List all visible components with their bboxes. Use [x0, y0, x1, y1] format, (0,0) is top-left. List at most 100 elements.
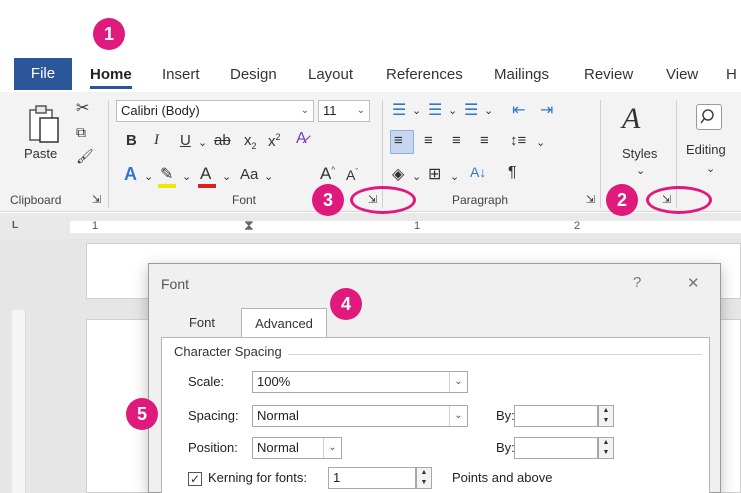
clipboard-group-label: Clipboard: [10, 193, 62, 207]
group-separator: [108, 100, 109, 208]
kerning-input[interactable]: 1: [328, 467, 416, 489]
align-center-icon[interactable]: ≡: [424, 132, 433, 149]
tab-advanced[interactable]: Advanced: [241, 308, 327, 338]
grow-font-button[interactable]: A^: [320, 164, 335, 184]
tab-design[interactable]: Design: [230, 58, 277, 92]
chevron-down-icon[interactable]: ⌄: [222, 170, 231, 183]
underline-button[interactable]: U: [180, 132, 191, 149]
numbering-icon[interactable]: ☰: [428, 100, 442, 120]
borders-icon[interactable]: ⊞: [428, 164, 441, 184]
horizontal-ruler[interactable]: L 1 ⧗ 1 2: [0, 213, 741, 239]
justify-icon[interactable]: ≡: [480, 132, 489, 149]
annotation-badge-1: 1: [93, 18, 125, 50]
decrease-indent-icon[interactable]: ⇤: [512, 100, 525, 120]
chevron-down-icon[interactable]: ⌄: [182, 170, 191, 183]
chevron-down-icon[interactable]: ⌄: [264, 170, 273, 183]
font-color-icon[interactable]: A: [200, 164, 211, 184]
position-by-spinner[interactable]: ▲ ▼: [598, 437, 614, 459]
paragraph-launcher-icon[interactable]: ⇲: [586, 193, 595, 206]
group-separator: [600, 100, 601, 208]
tab-layout[interactable]: Layout: [308, 58, 353, 92]
paste-icon[interactable]: [26, 104, 66, 144]
search-icon[interactable]: [696, 104, 722, 130]
tab-view[interactable]: View: [666, 58, 698, 92]
kerning-spinner[interactable]: ▲ ▼: [416, 467, 432, 489]
styles-icon[interactable]: A: [622, 102, 640, 136]
paste-label[interactable]: Paste: [24, 146, 57, 161]
chevron-down-icon[interactable]: ⌄: [484, 104, 493, 117]
italic-button[interactable]: I: [154, 132, 159, 149]
chevron-down-icon[interactable]: ⌄: [448, 104, 457, 117]
copy-icon[interactable]: ⧉: [76, 124, 86, 141]
spacing-value: Normal: [257, 408, 299, 423]
text-effects-icon[interactable]: A: [124, 164, 137, 185]
tab-font[interactable]: Font: [175, 308, 229, 338]
tab-file[interactable]: File: [14, 58, 72, 90]
chevron-down-icon[interactable]: ⌄: [144, 170, 153, 183]
indent-marker-icon[interactable]: ⧗: [244, 217, 254, 234]
tab-mailings[interactable]: Mailings: [494, 58, 549, 92]
chevron-down-icon: ⌄: [449, 372, 467, 392]
advanced-panel: Character Spacing Scale: 100% ⌄ Spacing:…: [161, 337, 710, 493]
editing-label[interactable]: Editing: [686, 142, 726, 157]
show-formatting-button[interactable]: ¶: [508, 164, 517, 182]
bullets-icon[interactable]: ☰: [392, 100, 406, 120]
close-button[interactable]: ✕: [687, 274, 700, 292]
position-by-input[interactable]: [514, 437, 598, 459]
shrink-font-button[interactable]: Aˇ: [346, 167, 358, 183]
font-dialog: Font ? ✕ Font Advanced Character Spacing…: [148, 263, 721, 493]
subscript-label: x: [244, 132, 252, 149]
strikethrough-button[interactable]: ab: [214, 132, 231, 149]
sort-button[interactable]: A↓: [470, 164, 486, 180]
paragraph-group-label: Paragraph: [452, 193, 509, 207]
clear-formatting-icon[interactable]: A̷: [296, 130, 307, 148]
cut-icon[interactable]: ✂: [76, 98, 89, 118]
annotation-badge-5: 5: [126, 398, 158, 430]
font-name-combo[interactable]: Calibri (Body) ⌄: [116, 100, 314, 122]
position-by-label: By:: [496, 440, 515, 455]
font-color-swatch: [198, 184, 216, 188]
clipboard-launcher-icon[interactable]: ⇲: [92, 193, 101, 206]
chevron-down-icon[interactable]: ⌄: [450, 170, 459, 183]
highlight-icon[interactable]: ✎: [160, 164, 173, 184]
tab-review[interactable]: Review: [584, 58, 633, 92]
annotation-badge-3: 3: [312, 184, 344, 216]
chevron-down-icon[interactable]: ⌄: [198, 136, 207, 149]
chevron-down-icon[interactable]: ⌄: [412, 104, 421, 117]
ruler-number: 1: [92, 220, 99, 232]
spacing-by-input[interactable]: [514, 405, 598, 427]
position-select[interactable]: Normal ⌄: [252, 437, 342, 459]
annotation-badge-2: 2: [606, 184, 638, 216]
section-divider: [282, 354, 702, 355]
scale-select[interactable]: 100% ⌄: [252, 371, 468, 393]
spacing-by-spinner[interactable]: ▲ ▼: [598, 405, 614, 427]
shading-icon[interactable]: ◈: [392, 164, 404, 184]
chevron-down-icon[interactable]: ⌄: [412, 170, 421, 183]
kerning-label: Kerning for fonts:: [208, 470, 307, 485]
subscript-button[interactable]: x2: [244, 132, 257, 151]
ruler-track: [70, 221, 741, 233]
chevron-down-icon[interactable]: ⌄: [536, 136, 545, 149]
tab-insert[interactable]: Insert: [162, 58, 200, 92]
superscript-button[interactable]: x2: [268, 132, 281, 150]
chevron-down-icon[interactable]: ⌄: [706, 162, 715, 175]
tab-home[interactable]: Home: [90, 58, 132, 92]
kerning-value: 1: [333, 470, 341, 485]
tab-selector-icon[interactable]: L: [12, 220, 18, 231]
bold-button[interactable]: B: [126, 132, 137, 149]
multilevel-list-icon[interactable]: ☰: [464, 100, 478, 120]
tab-advanced-label: Advanced: [255, 316, 313, 331]
styles-label[interactable]: Styles: [622, 146, 657, 161]
font-size-combo[interactable]: 11 ⌄: [318, 100, 370, 122]
increase-indent-icon[interactable]: ⇥: [540, 100, 553, 120]
spacing-select[interactable]: Normal ⌄: [252, 405, 468, 427]
tab-truncated[interactable]: H: [726, 58, 737, 92]
format-painter-icon[interactable]: 🖌: [76, 148, 94, 165]
line-spacing-icon[interactable]: ↕≡: [510, 132, 526, 149]
kerning-checkbox[interactable]: ✓: [188, 472, 202, 486]
help-button[interactable]: ?: [633, 274, 641, 291]
chevron-down-icon[interactable]: ⌄: [636, 164, 645, 177]
tab-references[interactable]: References: [386, 58, 463, 92]
change-case-button[interactable]: Aa: [240, 166, 258, 183]
align-right-icon[interactable]: ≡: [452, 132, 461, 149]
